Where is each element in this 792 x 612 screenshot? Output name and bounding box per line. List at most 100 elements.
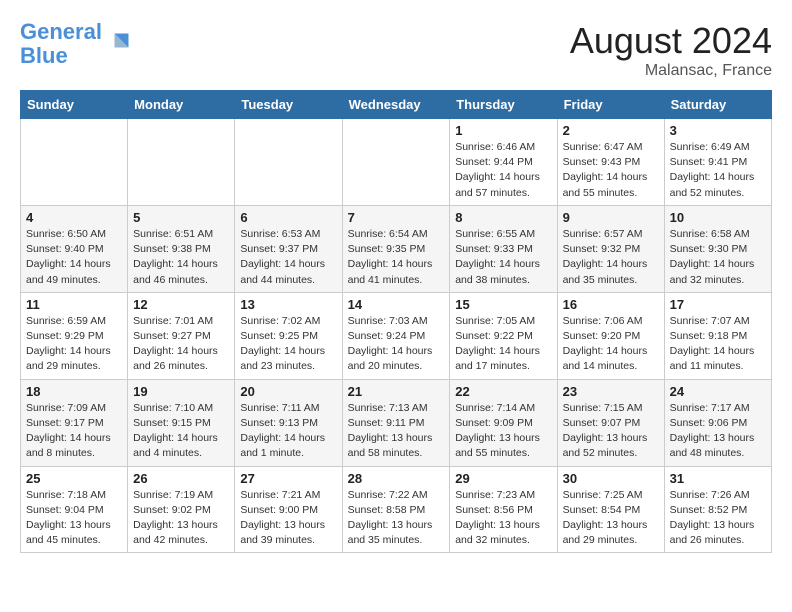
calendar-cell: 5Sunrise: 6:51 AM Sunset: 9:38 PM Daylig… [128, 205, 235, 292]
calendar-cell: 17 Sunrise: 7:07 AM Sunset: 9:18 PM Dayli… [664, 292, 771, 379]
day-detail: Sunrise: 7:07 AM Sunset: 9:18 PM Dayligh… [670, 314, 766, 375]
calendar-cell [128, 119, 235, 206]
calendar-cell: 8 Sunrise: 6:55 AM Sunset: 9:33 PM Daylig… [450, 205, 557, 292]
day-detail: Sunrise: 7:09 AM Sunset: 9:17 PM Dayligh… [26, 401, 122, 462]
page-header: GeneralBlue August 2024 Malansac, France [20, 20, 772, 80]
calendar-week-row: 18 Sunrise: 7:09 AM Sunset: 9:17 PM Dayli… [21, 379, 772, 466]
calendar-cell: 13Sunrise: 7:02 AM Sunset: 9:25 PM Dayli… [235, 292, 342, 379]
day-number: 6 [240, 210, 336, 225]
weekday-header: Monday [128, 91, 235, 119]
day-detail: Sunrise: 7:05 AM Sunset: 9:22 PM Dayligh… [455, 314, 551, 375]
day-number: 1 [455, 123, 551, 138]
day-detail: Sunrise: 7:21 AM Sunset: 9:00 PM Dayligh… [240, 488, 336, 549]
calendar-cell: 27Sunrise: 7:21 AM Sunset: 9:00 PM Dayli… [235, 466, 342, 553]
calendar-cell: 1 Sunrise: 6:46 AM Sunset: 9:44 PM Daylig… [450, 119, 557, 206]
location-title: Malansac, France [570, 62, 772, 80]
calendar-cell: 3Sunrise: 6:49 AM Sunset: 9:41 PM Daylig… [664, 119, 771, 206]
day-number: 7 [348, 210, 445, 225]
calendar-header: SundayMondayTuesdayWednesdayThursdayFrid… [21, 91, 772, 119]
day-detail: Sunrise: 7:25 AM Sunset: 8:54 PM Dayligh… [563, 488, 659, 549]
day-detail: Sunrise: 7:14 AM Sunset: 9:09 PM Dayligh… [455, 401, 551, 462]
calendar-cell: 30 Sunrise: 7:25 AM Sunset: 8:54 PM Dayli… [557, 466, 664, 553]
day-number: 30 [563, 471, 659, 486]
day-detail: Sunrise: 7:06 AM Sunset: 9:20 PM Dayligh… [563, 314, 659, 375]
calendar-week-row: 4 Sunrise: 6:50 AM Sunset: 9:40 PM Daylig… [21, 205, 772, 292]
day-detail: Sunrise: 7:18 AM Sunset: 9:04 PM Dayligh… [26, 488, 122, 549]
day-detail: Sunrise: 6:54 AM Sunset: 9:35 PM Dayligh… [348, 227, 445, 288]
day-detail: Sunrise: 7:19 AM Sunset: 9:02 PM Dayligh… [133, 488, 229, 549]
day-detail: Sunrise: 7:01 AM Sunset: 9:27 PM Dayligh… [133, 314, 229, 375]
calendar-week-row: 25 Sunrise: 7:18 AM Sunset: 9:04 PM Dayli… [21, 466, 772, 553]
day-detail: Sunrise: 7:13 AM Sunset: 9:11 PM Dayligh… [348, 401, 445, 462]
day-detail: Sunrise: 6:58 AM Sunset: 9:30 PM Dayligh… [670, 227, 766, 288]
day-number: 8 [455, 210, 551, 225]
day-number: 24 [670, 384, 766, 399]
calendar-cell: 18 Sunrise: 7:09 AM Sunset: 9:17 PM Dayli… [21, 379, 128, 466]
day-detail: Sunrise: 6:47 AM Sunset: 9:43 PM Dayligh… [563, 140, 659, 201]
calendar-cell: 2 Sunrise: 6:47 AM Sunset: 9:43 PM Daylig… [557, 119, 664, 206]
day-detail: Sunrise: 6:59 AM Sunset: 9:29 PM Dayligh… [26, 314, 122, 375]
calendar-cell: 16 Sunrise: 7:06 AM Sunset: 9:20 PM Dayli… [557, 292, 664, 379]
day-detail: Sunrise: 7:03 AM Sunset: 9:24 PM Dayligh… [348, 314, 445, 375]
day-number: 23 [563, 384, 659, 399]
day-number: 14 [348, 297, 445, 312]
calendar-cell: 6Sunrise: 6:53 AM Sunset: 9:37 PM Daylig… [235, 205, 342, 292]
calendar-cell: 7 Sunrise: 6:54 AM Sunset: 9:35 PM Daylig… [342, 205, 450, 292]
day-detail: Sunrise: 7:10 AM Sunset: 9:15 PM Dayligh… [133, 401, 229, 462]
day-number: 13 [240, 297, 336, 312]
calendar-cell: 22 Sunrise: 7:14 AM Sunset: 9:09 PM Dayli… [450, 379, 557, 466]
calendar-cell: 20Sunrise: 7:11 AM Sunset: 9:13 PM Dayli… [235, 379, 342, 466]
day-number: 26 [133, 471, 229, 486]
calendar-cell: 25 Sunrise: 7:18 AM Sunset: 9:04 PM Dayli… [21, 466, 128, 553]
calendar-cell: 10 Sunrise: 6:58 AM Sunset: 9:30 PM Dayli… [664, 205, 771, 292]
calendar-cell: 9Sunrise: 6:57 AM Sunset: 9:32 PM Daylig… [557, 205, 664, 292]
calendar-body: 1 Sunrise: 6:46 AM Sunset: 9:44 PM Daylig… [21, 119, 772, 553]
logo-text: GeneralBlue [20, 20, 102, 68]
calendar-cell: 31 Sunrise: 7:26 AM Sunset: 8:52 PM Dayli… [664, 466, 771, 553]
calendar-cell: 28Sunrise: 7:22 AM Sunset: 8:58 PM Dayli… [342, 466, 450, 553]
day-detail: Sunrise: 6:50 AM Sunset: 9:40 PM Dayligh… [26, 227, 122, 288]
weekday-header: Saturday [664, 91, 771, 119]
day-number: 11 [26, 297, 122, 312]
day-number: 3 [670, 123, 766, 138]
day-number: 22 [455, 384, 551, 399]
weekday-header: Wednesday [342, 91, 450, 119]
calendar-cell: 29Sunrise: 7:23 AM Sunset: 8:56 PM Dayli… [450, 466, 557, 553]
calendar-cell: 24Sunrise: 7:17 AM Sunset: 9:06 PM Dayli… [664, 379, 771, 466]
day-detail: Sunrise: 6:55 AM Sunset: 9:33 PM Dayligh… [455, 227, 551, 288]
day-detail: Sunrise: 6:51 AM Sunset: 9:38 PM Dayligh… [133, 227, 229, 288]
day-number: 18 [26, 384, 122, 399]
day-detail: Sunrise: 6:57 AM Sunset: 9:32 PM Dayligh… [563, 227, 659, 288]
day-detail: Sunrise: 7:11 AM Sunset: 9:13 PM Dayligh… [240, 401, 336, 462]
day-detail: Sunrise: 6:46 AM Sunset: 9:44 PM Dayligh… [455, 140, 551, 201]
day-number: 4 [26, 210, 122, 225]
calendar-cell: 4 Sunrise: 6:50 AM Sunset: 9:40 PM Daylig… [21, 205, 128, 292]
calendar-cell: 14 Sunrise: 7:03 AM Sunset: 9:24 PM Dayli… [342, 292, 450, 379]
calendar-cell: 12 Sunrise: 7:01 AM Sunset: 9:27 PM Dayli… [128, 292, 235, 379]
day-detail: Sunrise: 7:26 AM Sunset: 8:52 PM Dayligh… [670, 488, 766, 549]
day-number: 15 [455, 297, 551, 312]
day-number: 12 [133, 297, 229, 312]
calendar-cell: 23 Sunrise: 7:15 AM Sunset: 9:07 PM Dayli… [557, 379, 664, 466]
weekday-header: Friday [557, 91, 664, 119]
day-number: 2 [563, 123, 659, 138]
day-detail: Sunrise: 7:15 AM Sunset: 9:07 PM Dayligh… [563, 401, 659, 462]
calendar-table: SundayMondayTuesdayWednesdayThursdayFrid… [20, 90, 772, 553]
weekday-header: Sunday [21, 91, 128, 119]
day-detail: Sunrise: 7:22 AM Sunset: 8:58 PM Dayligh… [348, 488, 445, 549]
calendar-cell: 26 Sunrise: 7:19 AM Sunset: 9:02 PM Dayli… [128, 466, 235, 553]
calendar-cell: 11 Sunrise: 6:59 AM Sunset: 9:29 PM Dayli… [21, 292, 128, 379]
title-block: August 2024 Malansac, France [570, 20, 772, 80]
weekday-header: Tuesday [235, 91, 342, 119]
day-number: 10 [670, 210, 766, 225]
logo: GeneralBlue [20, 20, 132, 68]
day-number: 21 [348, 384, 445, 399]
day-number: 25 [26, 471, 122, 486]
day-number: 29 [455, 471, 551, 486]
day-number: 31 [670, 471, 766, 486]
day-number: 16 [563, 297, 659, 312]
header-row: SundayMondayTuesdayWednesdayThursdayFrid… [21, 91, 772, 119]
calendar-week-row: 1 Sunrise: 6:46 AM Sunset: 9:44 PM Daylig… [21, 119, 772, 206]
calendar-cell [21, 119, 128, 206]
day-number: 17 [670, 297, 766, 312]
